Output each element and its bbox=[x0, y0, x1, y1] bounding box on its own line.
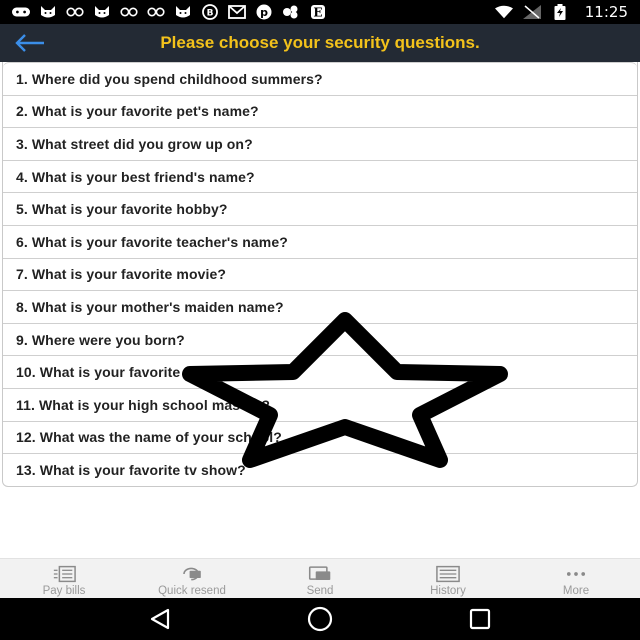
glasses-icon bbox=[147, 5, 165, 19]
question-item[interactable]: 12. What was the name of your school? bbox=[3, 420, 637, 454]
gmail-icon bbox=[228, 5, 246, 19]
question-text: 1. Where did you spend childhood summers… bbox=[16, 70, 323, 87]
question-item[interactable]: 3. What street did you grow up on? bbox=[3, 127, 637, 160]
back-arrow-icon bbox=[15, 34, 44, 52]
cat-icon bbox=[39, 5, 57, 19]
notification-icons: B p E bbox=[12, 4, 495, 20]
nav-back-button[interactable] bbox=[140, 599, 180, 639]
nav-home-button[interactable] bbox=[300, 599, 340, 639]
page-title: Please choose your security questions. bbox=[160, 33, 480, 52]
question-text: 9. Where were you born? bbox=[16, 331, 185, 348]
question-text: 4. What is your best friend's name? bbox=[16, 168, 255, 185]
svg-text:B: B bbox=[207, 9, 214, 19]
quick-resend-icon bbox=[180, 565, 204, 583]
question-item[interactable]: 4. What is your best friend's name? bbox=[3, 159, 637, 193]
back-button[interactable] bbox=[0, 24, 60, 62]
nav-recents-button[interactable] bbox=[460, 599, 500, 639]
back-triangle-icon bbox=[150, 608, 170, 630]
home-circle-icon bbox=[307, 606, 333, 632]
question-item[interactable]: 8. What is your mother's maiden name? bbox=[3, 290, 637, 323]
tab-history[interactable]: History bbox=[384, 559, 512, 598]
question-text: 8. What is your mother's maiden name? bbox=[16, 298, 284, 315]
question-text: 6. What is your favorite teacher's name? bbox=[16, 233, 288, 250]
clock: 11:25 bbox=[584, 3, 628, 21]
tab-label: History bbox=[430, 585, 466, 597]
glasses-icon bbox=[66, 5, 84, 19]
question-item[interactable]: 2. What is your favorite pet's name? bbox=[3, 94, 637, 128]
recents-square-icon bbox=[469, 608, 491, 630]
question-item[interactable]: 1. Where did you spend childhood summers… bbox=[3, 62, 637, 95]
bottom-tab-bar: Pay bills Quick resend Send History More bbox=[0, 558, 640, 598]
question-item[interactable]: 5. What is your favorite hobby? bbox=[3, 192, 637, 225]
question-item[interactable]: 13. What is your favorite tv show? bbox=[3, 453, 637, 486]
battery-charging-icon bbox=[551, 4, 569, 20]
more-icon bbox=[564, 565, 588, 583]
tab-label: More bbox=[562, 585, 590, 597]
history-icon bbox=[436, 565, 460, 583]
question-text: 5. What is your favorite hobby? bbox=[16, 201, 228, 218]
game-pad-icon bbox=[12, 5, 30, 19]
tab-label: Send bbox=[306, 585, 334, 597]
app-header: Please choose your security questions. bbox=[0, 24, 640, 62]
wifi-icon bbox=[494, 5, 513, 19]
question-text: 7. What is your favorite movie? bbox=[16, 266, 227, 283]
tab-label: Quick resend bbox=[158, 585, 226, 597]
cluster-icon bbox=[282, 5, 300, 19]
security-question-list: 1. Where did you spend childhood summers… bbox=[2, 62, 638, 487]
cat-icon bbox=[174, 5, 192, 19]
system-nav-bar bbox=[0, 598, 640, 640]
question-text: 12. What was the name of your school? bbox=[16, 429, 282, 446]
e-icon: E bbox=[309, 5, 327, 20]
bitmoji-icon: B bbox=[201, 4, 219, 20]
glasses-icon bbox=[120, 5, 138, 19]
send-icon bbox=[308, 565, 332, 583]
question-text: 2. What is your favorite pet's name? bbox=[16, 103, 259, 120]
question-text: 11. What is your high school mascot? bbox=[16, 396, 271, 413]
pinterest-icon: p bbox=[255, 4, 273, 20]
question-item[interactable]: 11. What is your high school mascot? bbox=[3, 387, 637, 421]
svg-text:E: E bbox=[313, 6, 322, 20]
question-text: 10. What is your favorite food? bbox=[16, 364, 224, 381]
question-item[interactable]: 10. What is your favorite food? bbox=[3, 355, 637, 388]
question-text: 13. What is your favorite tv show? bbox=[16, 461, 246, 478]
tab-send[interactable]: Send bbox=[256, 559, 384, 598]
svg-text:p: p bbox=[260, 6, 268, 19]
question-text: 3. What street did you grow up on? bbox=[16, 135, 253, 152]
question-item[interactable]: 9. Where were you born? bbox=[3, 322, 637, 356]
tab-pay-bills[interactable]: Pay bills bbox=[0, 559, 128, 598]
question-item[interactable]: 7. What is your favorite movie? bbox=[3, 257, 637, 291]
tab-more[interactable]: More bbox=[512, 559, 640, 598]
bill-icon bbox=[52, 565, 76, 583]
question-item[interactable]: 6. What is your favorite teacher's name? bbox=[3, 224, 637, 258]
signal-icon bbox=[522, 5, 541, 19]
cat-icon bbox=[93, 5, 111, 19]
tab-label: Pay bills bbox=[42, 585, 86, 597]
status-bar: B p E 11:25 bbox=[0, 0, 640, 24]
tab-quick-resend[interactable]: Quick resend bbox=[128, 559, 256, 598]
